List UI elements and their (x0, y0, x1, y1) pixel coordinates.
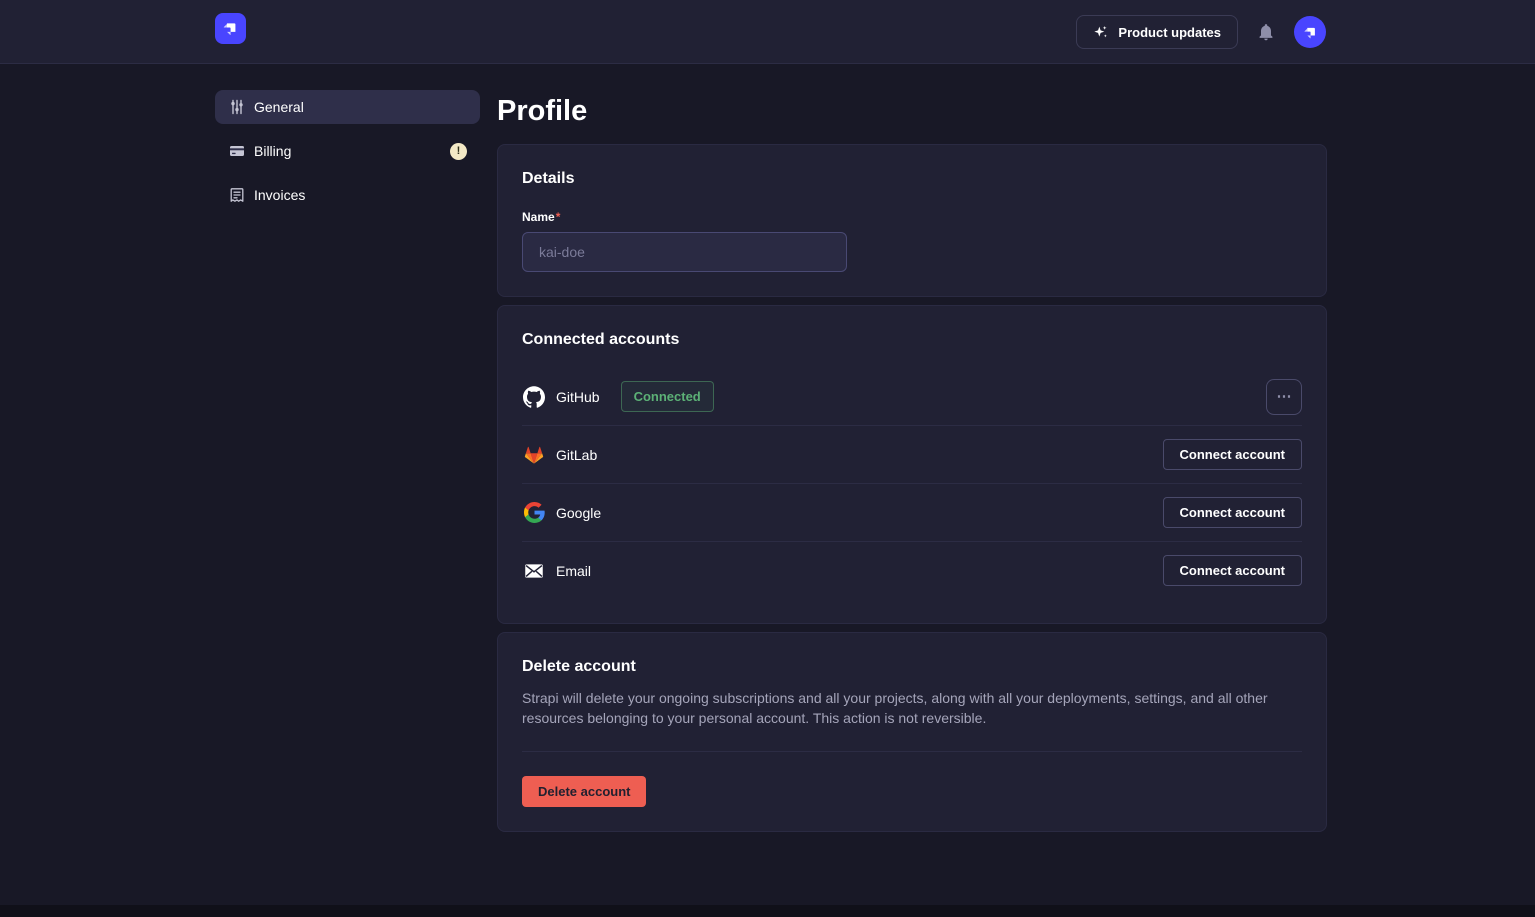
strapi-logo-icon (221, 19, 240, 38)
connected-status-badge: Connected (621, 381, 714, 412)
details-card: Details Name* (497, 144, 1327, 297)
bell-icon (1256, 22, 1276, 42)
connected-accounts-heading: Connected accounts (522, 330, 1302, 349)
delete-account-heading: Delete account (522, 657, 1302, 676)
gitlab-connect-button[interactable]: Connect account (1163, 439, 1302, 470)
billing-warning-badge: ! (450, 143, 467, 160)
connected-accounts-list: GitHub Connected ⋯ (522, 368, 1302, 599)
google-connect-button[interactable]: Connect account (1163, 497, 1302, 528)
sidebar-item-label: Invoices (254, 187, 305, 203)
github-more-button[interactable]: ⋯ (1266, 379, 1302, 415)
required-marker: * (556, 210, 561, 224)
github-icon (522, 385, 546, 409)
bottom-edge (0, 905, 1535, 917)
sidebar-item-label: General (254, 99, 304, 115)
google-icon (522, 501, 546, 525)
provider-name: Google (556, 505, 601, 521)
user-avatar[interactable] (1294, 16, 1326, 48)
notifications-button[interactable] (1255, 21, 1277, 43)
gitlab-icon (522, 443, 546, 467)
provider-name: Email (556, 563, 591, 579)
sidebar-item-general[interactable]: General (215, 90, 480, 124)
credit-card-icon (228, 143, 245, 160)
provider-name: GitHub (556, 389, 600, 405)
main-content: Profile Details Name* Connected accounts… (497, 64, 1327, 832)
product-updates-button[interactable]: Product updates (1076, 15, 1238, 49)
account-row-email: Email Connect account (522, 542, 1302, 599)
account-row-github: GitHub Connected ⋯ (522, 368, 1302, 425)
email-icon (522, 559, 546, 583)
page-title: Profile (497, 94, 1327, 128)
name-input[interactable] (522, 232, 847, 272)
settings-sidebar: General Billing ! Invoices (215, 90, 480, 222)
name-field-label: Name* (522, 210, 1302, 224)
receipt-icon (228, 187, 245, 204)
email-connect-button[interactable]: Connect account (1163, 555, 1302, 586)
provider-name: GitLab (556, 447, 597, 463)
sidebar-item-label: Billing (254, 143, 291, 159)
sidebar-item-billing[interactable]: Billing ! (215, 134, 480, 168)
details-heading: Details (522, 169, 1302, 188)
topbar: Product updates (0, 0, 1535, 64)
delete-account-button[interactable]: Delete account (522, 776, 646, 807)
strapi-logo-icon (1302, 24, 1319, 41)
divider (522, 751, 1302, 752)
delete-account-description: Strapi will delete your ongoing subscrip… (522, 688, 1302, 728)
topbar-actions: Product updates (1076, 0, 1326, 64)
connected-accounts-card: Connected accounts GitHub Connected ⋯ (497, 305, 1327, 624)
account-row-google: Google Connect account (522, 484, 1302, 541)
account-row-gitlab: GitLab Connect account (522, 426, 1302, 483)
strapi-logo[interactable] (215, 13, 246, 44)
sliders-icon (228, 99, 245, 116)
product-updates-label: Product updates (1118, 25, 1221, 40)
delete-account-card: Delete account Strapi will delete your o… (497, 632, 1327, 832)
sidebar-item-invoices[interactable]: Invoices (215, 178, 480, 212)
sparkles-icon (1093, 24, 1109, 40)
